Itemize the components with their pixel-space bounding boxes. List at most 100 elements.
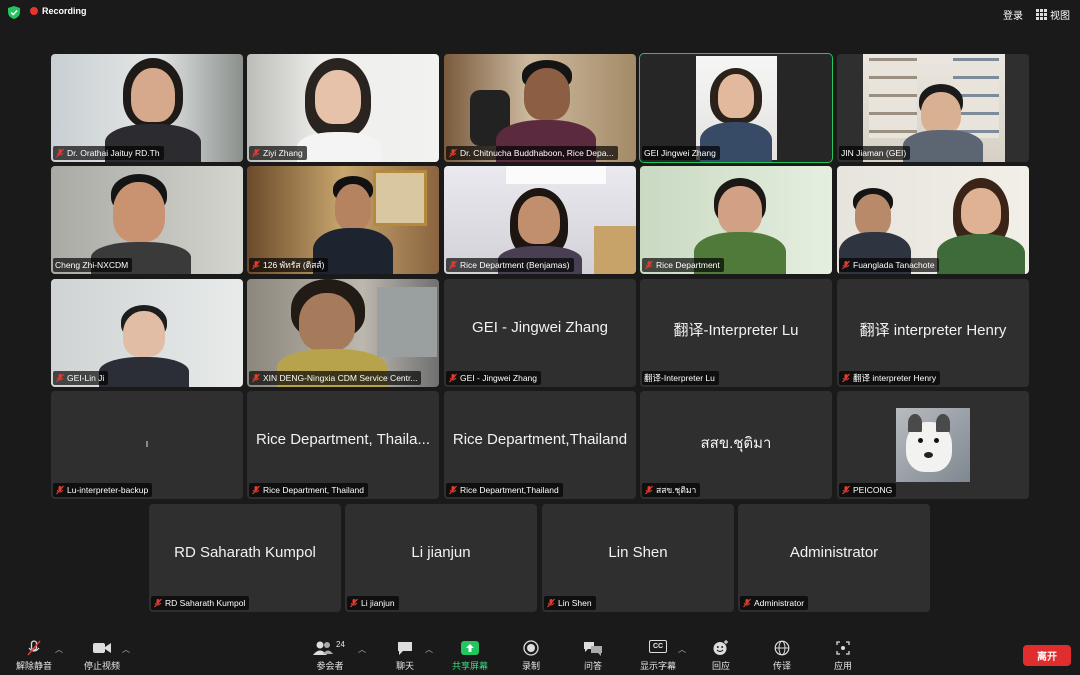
participant-tile-camera-off[interactable]: Rice Department,Thailand Rice Department… <box>444 391 636 499</box>
participant-nameplate: Administrator <box>740 596 809 610</box>
placeholder-mark <box>146 441 148 447</box>
reactions-button[interactable]: 回应 <box>706 640 736 672</box>
participant-tile-camera-off[interactable]: RD Saharath Kumpol RD Saharath Kumpol <box>149 504 341 612</box>
interpretation-button[interactable]: 传译 <box>767 640 797 672</box>
participant-tile[interactable]: JIN Jiaman (GEI) <box>837 54 1029 162</box>
muted-mic-icon <box>449 148 457 158</box>
muted-mic-icon <box>842 373 850 383</box>
participant-nameplate: GEI - Jingwei Zhang <box>446 371 542 385</box>
participant-name: Lu-interpreter-backup <box>67 485 149 495</box>
participant-tile[interactable]: Cheng Zhi-NXCDM <box>51 166 243 274</box>
participant-tile-active-speaker[interactable]: GEI Jingwei Zhang <box>639 53 833 163</box>
stop-video-button[interactable]: 停止视频 <box>80 640 124 672</box>
participant-tile[interactable]: Fuanglada Tanachote <box>837 166 1029 274</box>
participant-tile[interactable]: XIN DENG-Ningxia CDM Service Centr... <box>247 279 439 387</box>
participant-tile[interactable]: PEICONG <box>837 391 1029 499</box>
participant-name: GEI-Lin Ji <box>67 373 105 383</box>
participant-nameplate: Dr. Chitnucha Buddhaboon, Rice Depa... <box>446 146 618 160</box>
participant-name: Rice Department,Thailand <box>460 485 559 495</box>
participant-tile-camera-off[interactable]: Lin Shen Lin Shen <box>542 504 734 612</box>
reactions-label: 回应 <box>711 661 730 671</box>
stop-video-label: 停止视频 <box>83 661 120 671</box>
participant-name: Li jianjun <box>361 598 395 608</box>
video-options-caret-icon[interactable]: ︿ <box>122 644 130 655</box>
chat-button[interactable]: 聊天 <box>390 640 420 672</box>
participant-display-name: สสข.ชุติมา <box>700 435 772 452</box>
participant-display-name: RD Saharath Kumpol <box>174 544 316 561</box>
view-label: 视图 <box>1050 11 1070 22</box>
record-button[interactable]: 录制 <box>516 640 546 672</box>
video-camera-icon <box>93 643 111 653</box>
participant-nameplate: RD Saharath Kumpol <box>151 596 250 610</box>
interpretation-label: 传译 <box>772 661 791 671</box>
participant-nameplate: Lu-interpreter-backup <box>53 483 153 497</box>
participant-display-name: Rice Department,Thailand <box>452 431 628 448</box>
participant-tile-camera-off[interactable]: สสข.ชุติมา สสข.ชุติมา <box>640 391 832 499</box>
participant-name: GEI Jingwei Zhang <box>644 148 716 158</box>
login-button[interactable]: 登录 <box>1003 7 1023 22</box>
globe-icon <box>774 640 790 656</box>
meeting-toolbar: 解除静音 ︿ 停止视频 ︿ 24 参会者 ︿ 聊天 ︿ 共享屏幕 录制 问答 C… <box>0 634 1080 675</box>
share-screen-button[interactable]: 共享屏幕 <box>450 640 490 672</box>
show-captions-button[interactable]: CC 显示字幕 <box>638 640 678 672</box>
participant-nameplate: PEICONG <box>839 483 897 497</box>
participant-tile-camera-off[interactable]: 翻译-Interpreter Lu 翻译-Interpreter Lu <box>640 279 832 387</box>
muted-mic-icon <box>547 598 555 608</box>
recording-indicator[interactable]: Recording <box>30 6 87 16</box>
participant-name: Fuanglada Tanachote <box>853 260 935 270</box>
muted-mic-icon <box>56 373 64 383</box>
smiley-reaction-icon <box>713 640 728 655</box>
qa-icon <box>584 642 602 656</box>
apps-label: 应用 <box>833 661 852 671</box>
participant-display-name: 翻译-Interpreter Lu <box>673 322 799 339</box>
participant-nameplate: JIN Jiaman (GEI) <box>839 146 911 160</box>
view-button[interactable]: 视图 <box>1036 7 1070 22</box>
participant-name: XIN DENG-Ningxia CDM Service Centr... <box>263 373 418 383</box>
muted-mic-icon <box>252 148 260 158</box>
qa-button[interactable]: 问答 <box>578 640 608 672</box>
share-screen-icon <box>461 641 479 655</box>
participant-tile-camera-off[interactable]: Rice Department, Thaila... Rice Departme… <box>247 391 439 499</box>
record-icon <box>523 640 539 656</box>
participant-tile[interactable]: GEI-Lin Ji <box>51 279 243 387</box>
captions-options-caret-icon[interactable]: ︿ <box>678 644 686 655</box>
participant-tile-camera-off[interactable]: 翻译 interpreter Henry 翻译 interpreter Henr… <box>837 279 1029 387</box>
participant-name: Lin Shen <box>558 598 592 608</box>
participant-tile[interactable]: Dr. Orathai Jaituy RD.Th <box>51 54 243 162</box>
participant-tile[interactable]: Rice Department (Benjamas) <box>444 166 636 274</box>
chat-options-caret-icon[interactable]: ︿ <box>425 644 433 655</box>
participant-tile-camera-off[interactable]: GEI - Jingwei Zhang GEI - Jingwei Zhang <box>444 279 636 387</box>
participant-tile-camera-off[interactable]: Lu-interpreter-backup <box>51 391 243 499</box>
muted-mic-icon <box>56 148 64 158</box>
participant-name: Rice Department <box>656 260 720 270</box>
recording-dot-icon <box>30 7 38 15</box>
participant-nameplate: XIN DENG-Ningxia CDM Service Centr... <box>249 371 422 385</box>
audio-options-caret-icon[interactable]: ︿ <box>55 644 63 655</box>
participant-tile[interactable]: Rice Department <box>640 166 832 274</box>
participant-tile[interactable]: Ziyi Zhang <box>247 54 439 162</box>
participants-button[interactable]: 24 参会者 <box>312 640 348 672</box>
muted-mic-icon <box>645 485 653 495</box>
participant-display-name: Rice Department, Thaila... <box>256 431 430 448</box>
participant-tile-camera-off[interactable]: Li jianjun Li jianjun <box>345 504 537 612</box>
participant-nameplate: Lin Shen <box>544 596 596 610</box>
unmute-button[interactable]: 解除静音 <box>12 640 56 672</box>
participant-name: 翻译 interpreter Henry <box>853 373 937 383</box>
apps-button[interactable]: 应用 <box>828 640 858 672</box>
participant-nameplate: GEI-Lin Ji <box>53 371 109 385</box>
participant-tile[interactable]: 126 พัทรัส (ดิสส์) <box>247 166 439 274</box>
participant-nameplate: Dr. Orathai Jaituy RD.Th <box>53 146 164 160</box>
participant-tile-camera-off[interactable]: Administrator Administrator <box>738 504 930 612</box>
participant-name: Dr. Orathai Jaituy RD.Th <box>67 148 160 158</box>
participants-icon <box>313 641 333 655</box>
unmute-label: 解除静音 <box>15 661 52 671</box>
participant-count: 24 <box>336 640 345 649</box>
leave-meeting-button[interactable]: 离开 <box>1023 645 1071 666</box>
participant-display-name: Li jianjun <box>411 544 471 561</box>
muted-mic-icon <box>645 260 653 270</box>
security-shield-icon[interactable] <box>8 6 20 19</box>
participants-options-caret-icon[interactable]: ︿ <box>358 644 366 655</box>
muted-mic-icon <box>252 485 260 495</box>
participant-nameplate: 翻译 interpreter Henry <box>839 371 941 385</box>
participant-tile[interactable]: Dr. Chitnucha Buddhaboon, Rice Depa... <box>444 54 636 162</box>
